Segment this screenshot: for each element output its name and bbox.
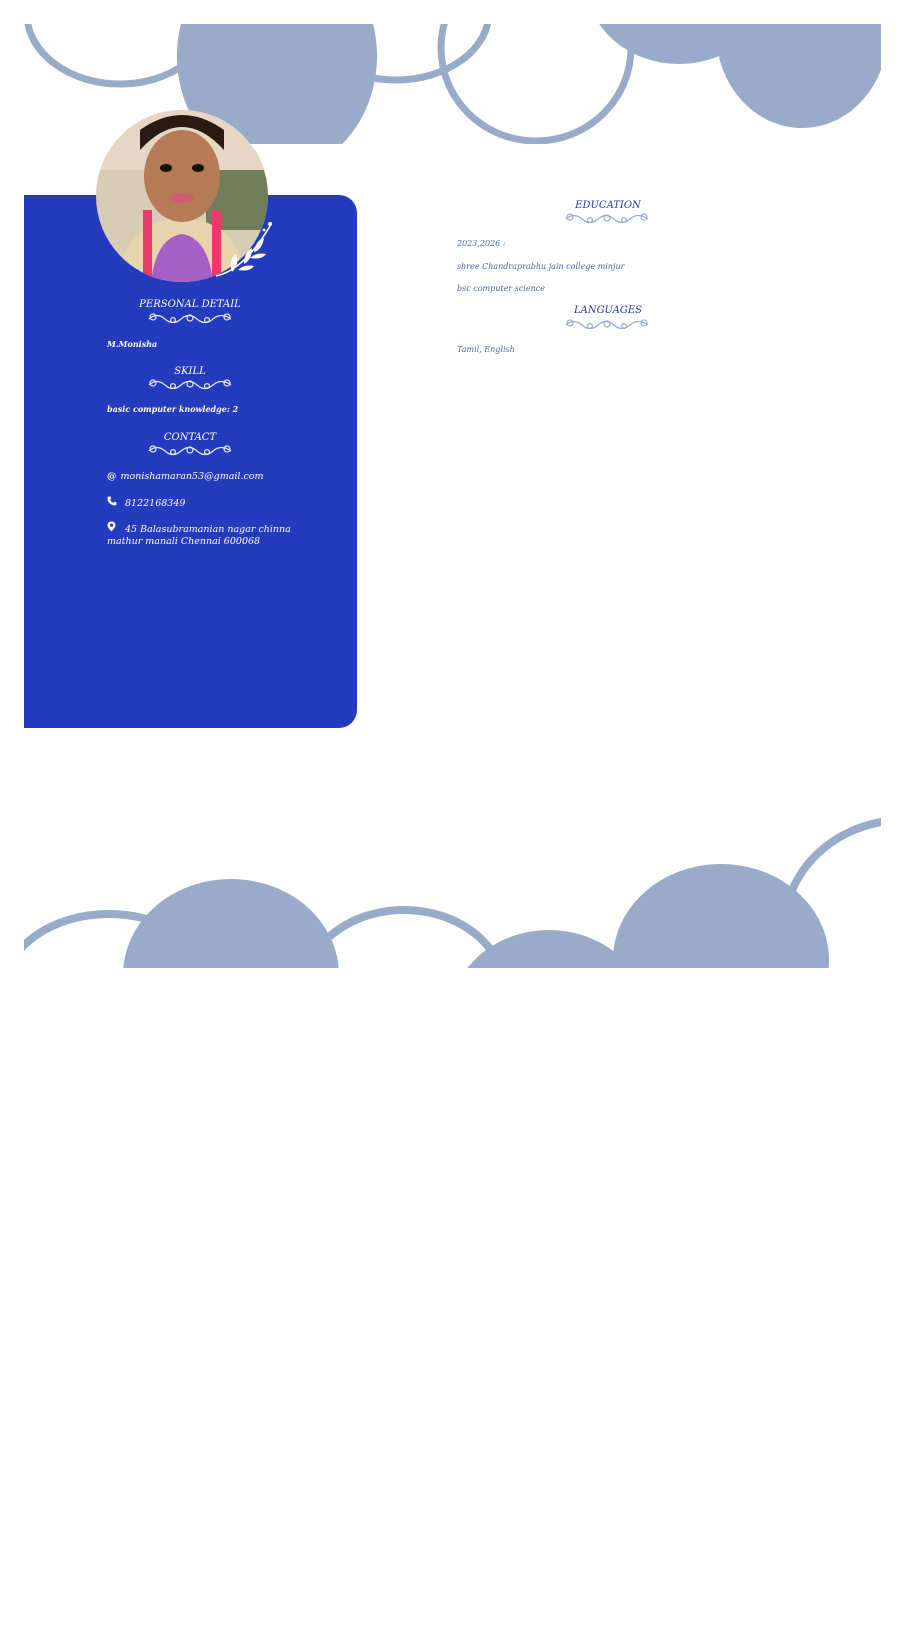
- flourish-ornament: [565, 319, 649, 330]
- email-line: @ monishamaran53@gmail.com: [107, 471, 323, 483]
- profile-photo-frame: [96, 110, 272, 282]
- phone-line: 8122168349: [107, 496, 323, 510]
- flourish-ornament: [148, 445, 232, 456]
- skill-item: basic computer knowledge: 2: [107, 404, 239, 414]
- education-period: 2023,2026 :: [457, 239, 506, 248]
- top-ring-3: [437, 24, 635, 144]
- flourish-ornament: [565, 213, 649, 224]
- address-text: 45 Balasubramanian nagar chinna mathur m…: [107, 524, 291, 547]
- leaf-ornament: [215, 222, 272, 277]
- flourish-ornament: [148, 313, 232, 324]
- phone-icon: [107, 496, 119, 510]
- email-text[interactable]: monishamaran53@gmail.com: [121, 471, 264, 482]
- languages-text: Tamil, English: [457, 345, 515, 354]
- education-heading: EDUCATION: [575, 200, 641, 211]
- bottom-circle-decoration: [24, 818, 881, 968]
- at-icon: @: [107, 471, 117, 482]
- flourish-ornament: [148, 379, 232, 390]
- personal-detail-heading: PERSONAL DETAIL: [139, 299, 241, 310]
- address-line: 45 Balasubramanian nagar chinna mathur m…: [107, 521, 323, 548]
- education-course: bsc computer science: [457, 284, 545, 293]
- skill-heading: SKILL: [174, 366, 206, 377]
- name-text: M.Monisha: [107, 339, 158, 349]
- top-disc-3: [716, 24, 881, 128]
- languages-heading: LANGUAGES: [573, 305, 643, 316]
- contact-heading: CONTACT: [163, 432, 217, 443]
- education-college: shree Chandraprabhu jain college minjur: [457, 262, 625, 271]
- resume-page: PERSONAL DETAIL M.Monisha SKILL basic co…: [0, 0, 898, 1651]
- phone-text[interactable]: 8122168349: [125, 498, 185, 509]
- location-pin-icon: [107, 521, 119, 536]
